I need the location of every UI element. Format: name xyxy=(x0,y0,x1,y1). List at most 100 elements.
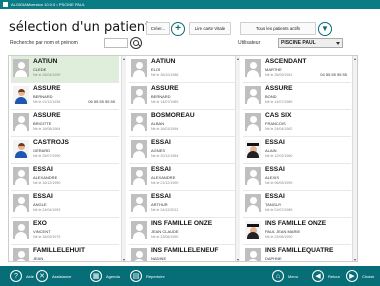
patient-name: INS FAMILLELENEUF xyxy=(151,247,219,254)
patient-name: INS FAMILLE ONZE xyxy=(151,220,213,227)
patient-card[interactable]: ASSURE BOND Né le 14/07/1989 xyxy=(243,83,351,110)
avatar-icon xyxy=(245,167,261,185)
search-input[interactable] xyxy=(104,38,128,48)
patient-card[interactable]: ESSAI ALAIN Né le 12/02/1960 xyxy=(243,137,351,164)
patient-card[interactable]: CASTROJS GERARD Né le 25/07/1990 xyxy=(11,137,119,164)
avatar-icon xyxy=(131,86,147,104)
patient-birthdate: Né le 20/12/1984 xyxy=(151,154,179,158)
patient-card[interactable]: INS FAMILLE ONZE JEAN CLAUDE Né le 23/06/1… xyxy=(129,218,237,245)
avatar-icon xyxy=(13,194,29,212)
patient-card[interactable]: CAS SIX FRANCOIS Né le 24/04/1962 xyxy=(243,110,351,137)
bottom-toolbar: ? Aide ✕ Assistance ▦ Agenda ▤ Répertoire ⌂ M… xyxy=(0,266,380,286)
home-icon: ⌂ xyxy=(272,270,284,282)
help-icon: ? xyxy=(10,270,22,282)
patient-card[interactable]: ESSAI ALEXANDRE Né le 21/12/1990 xyxy=(129,164,237,191)
choose-button[interactable]: ▶ Choisir xyxy=(346,266,374,286)
patient-card[interactable]: BOSMOREAU ALBAN Né le 16/03/1994 xyxy=(129,110,237,137)
avatar-icon xyxy=(13,86,29,104)
patient-name: ESSAI xyxy=(151,139,171,146)
patient-first-name: MARTHE xyxy=(265,67,282,72)
avatar-icon xyxy=(131,140,147,158)
funnel-icon[interactable]: ▼ xyxy=(318,22,332,36)
patient-birthdate: Né le 06/09/1999 xyxy=(265,181,293,185)
patient-first-name: BOND xyxy=(265,94,277,99)
patient-card[interactable]: ESSAI TANGUY Né le 01/07/1989 xyxy=(243,191,351,218)
patient-birthdate: Né le 16/12/1990 xyxy=(33,181,61,185)
patient-first-name: ALEXIS xyxy=(265,175,280,180)
patient-birthdate: Né le 16/08/1964 xyxy=(33,127,61,131)
assistance-button[interactable]: ✕ Assistance xyxy=(36,266,71,286)
patient-card[interactable]: EXO Vincent Né le 16/09/1979 xyxy=(11,218,119,245)
patient-name: ESSAI xyxy=(33,193,53,200)
patient-card[interactable]: ASSURE BERNARD Né le 01/12/1938 06 55 55 55… xyxy=(11,83,119,110)
directory-button[interactable]: ▤ Répertoire xyxy=(130,266,165,286)
avatar-icon xyxy=(245,86,261,104)
avatar-icon xyxy=(131,167,147,185)
patient-birthdate: Né le 23/06/1990 xyxy=(265,235,293,239)
patient-birthdate: Né le 24/12/2012 xyxy=(151,208,179,212)
patient-card[interactable]: ESSAI ANGLE Né le 24/04/1993 xyxy=(11,191,119,218)
patient-card[interactable]: ESSAI ALEXIS Né le 06/09/1999 xyxy=(243,164,351,191)
avatar-icon xyxy=(245,59,261,77)
column-3-scrollbar[interactable] xyxy=(352,56,357,261)
avatar-icon xyxy=(131,221,147,239)
patient-card[interactable]: INS FAMILLELENEUF NADINE xyxy=(129,245,237,261)
patient-name: FAMILLELEHUIT xyxy=(33,247,86,254)
patient-first-name: ALEXANDRE xyxy=(151,175,176,180)
window-title: ALGIDIAMversion 10.0.0 • PSCINE PAUL xyxy=(11,2,86,7)
patient-name: ESSAI xyxy=(151,193,171,200)
help-button[interactable]: ? Aide xyxy=(10,266,34,286)
patient-column-3: ASCENDANT MARTHE Né le 26/09/1951 04 55 55 … xyxy=(241,56,353,261)
patient-card[interactable]: ESSAI AGNES Né le 20/12/1984 xyxy=(129,137,237,164)
patient-card[interactable]: ASSURE BRIGITTE Né le 16/08/1964 xyxy=(11,110,119,137)
patient-name: AATIUN xyxy=(151,58,176,65)
create-button[interactable]: Créer... xyxy=(146,22,170,35)
back-button[interactable]: ◀ Retour xyxy=(312,266,340,286)
patient-first-name: CLEDE xyxy=(33,67,47,72)
patient-first-name: NADINE xyxy=(151,256,167,261)
plus-icon[interactable]: + xyxy=(171,22,185,36)
patient-card[interactable]: ESSAI ALEXANDRE Né le 16/12/1990 xyxy=(11,164,119,191)
read-vitale-card-button[interactable]: Lire carte Vitale xyxy=(189,22,231,35)
patient-card[interactable]: INS FAMILLE ONZE PAUL JEAN MARIE Né le 23/… xyxy=(243,218,351,245)
patient-card[interactable]: ESSAI ARTHUR Né le 24/12/2012 xyxy=(129,191,237,218)
patient-card[interactable]: AATIUN CLEDE Né le 26/04/1999 xyxy=(11,56,119,83)
patient-first-name: BERNARD xyxy=(151,94,171,99)
agenda-button[interactable]: ▦ Agenda xyxy=(90,266,120,286)
patient-birthdate: Né le 12/02/1960 xyxy=(265,154,293,158)
patient-first-name: FRANCOIS xyxy=(265,121,286,126)
patient-first-name: GERARD xyxy=(33,148,51,153)
back-label: Retour xyxy=(328,273,341,279)
patient-birthdate: Né le 26/04/1999 xyxy=(33,73,61,77)
patient-card[interactable]: ASSURE BERNARD Né le 14/07/1989 xyxy=(129,83,237,110)
avatar-icon xyxy=(245,221,261,239)
patient-card[interactable]: ASCENDANT MARTHE Né le 26/09/1951 04 55 55 … xyxy=(243,56,351,83)
patient-first-name: DAPHNE xyxy=(265,256,282,261)
back-icon: ◀ xyxy=(312,270,324,282)
patient-first-name: JEAN xyxy=(33,256,44,261)
menu-label: Menu xyxy=(288,273,299,279)
patient-name: ASCENDANT xyxy=(265,58,307,65)
patient-card[interactable]: AATIUN ELOÏ Né le 26/10/1986 xyxy=(129,56,237,83)
patient-name: CASTROJS xyxy=(33,139,69,146)
column-2-scrollbar[interactable] xyxy=(235,56,240,261)
patient-birthdate: Né le 16/09/1979 xyxy=(33,235,61,239)
patient-first-name: TANGUY xyxy=(265,202,282,207)
all-active-patients-button[interactable]: Tous les patients actifs xyxy=(240,22,316,35)
patient-first-name: ELOÏ xyxy=(151,67,161,72)
avatar-icon xyxy=(245,113,261,131)
window-titlebar: ALGIDIAMversion 10.0.0 • PSCINE PAUL xyxy=(0,0,380,9)
patient-card[interactable]: INS FAMILLEQUATRE DAPHNE xyxy=(243,245,351,261)
patient-first-name: ALBAN xyxy=(151,121,165,126)
patient-column-2: AATIUN ELOÏ Né le 26/10/1986 ASSURE BERNARD N… xyxy=(127,56,239,261)
patient-card[interactable]: FAMILLELEHUIT JEAN xyxy=(11,245,119,261)
patient-birthdate: Né le 14/07/1989 xyxy=(151,100,179,104)
search-icon[interactable] xyxy=(130,37,142,49)
menu-button[interactable]: ⌂ Menu xyxy=(272,266,298,286)
column-1-scrollbar[interactable] xyxy=(121,56,126,261)
user-select[interactable]: PISCINE PAUL xyxy=(278,38,343,48)
avatar-icon xyxy=(13,248,29,261)
patient-column-1: AATIUN CLEDE Né le 26/04/1999 ASSURE BERNARD… xyxy=(9,56,121,261)
user-label: Utilisateur xyxy=(238,40,261,46)
patient-phone: 04 55 55 55 55 xyxy=(320,72,347,77)
